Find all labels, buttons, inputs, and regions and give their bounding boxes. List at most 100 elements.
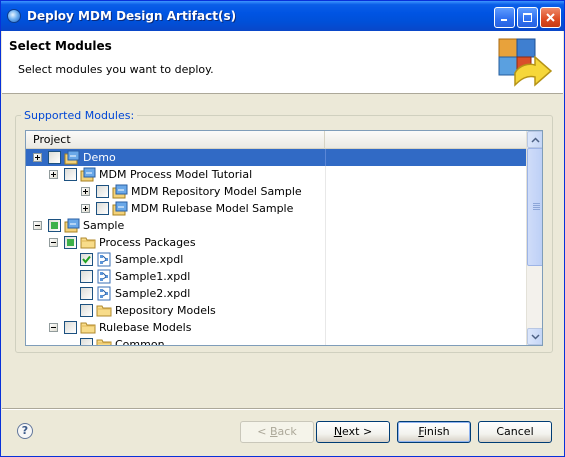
next-button[interactable]: Next > [316,421,390,443]
cancel-button[interactable]: Cancel [478,421,552,443]
column-separator [325,217,326,234]
arrow-down-icon [531,333,540,340]
folder-icon [80,235,96,250]
project-column-header[interactable]: Project [26,131,325,149]
scroll-thumb[interactable] [527,148,542,266]
title-bar[interactable]: Deploy MDM Design Artifact(s) [1,1,564,31]
folder-icon [80,320,96,335]
row-checkbox[interactable] [96,185,109,198]
column-separator [325,183,326,200]
tree-row[interactable]: Sample [26,217,526,234]
scroll-down-button[interactable] [527,328,542,345]
tree-row-label: MDM Rulebase Model Sample [131,202,294,215]
tree-row-label: MDM Repository Model Sample [131,185,302,198]
collapse-icon[interactable] [49,323,58,332]
tree-row[interactable]: Sample2.xpdl [26,285,526,302]
tree-row[interactable]: Sample1.xpdl [26,268,526,285]
xpdl-file-icon [96,286,112,301]
column-separator [325,149,326,166]
tree-row-label: Sample [83,219,125,232]
tree-row[interactable]: MDM Repository Model Sample [26,183,526,200]
row-checkbox[interactable] [64,168,77,181]
arrow-up-icon [531,136,540,143]
window-title: Deploy MDM Design Artifact(s) [27,9,237,23]
column-separator [325,200,326,217]
wizard-header: Select Modules Select modules you want t… [2,31,563,94]
tree-row-label: Sample.xpdl [115,253,184,266]
button-bar-divider [2,408,563,410]
row-checkbox[interactable] [80,253,93,266]
project-icon [112,201,128,216]
column-separator [325,336,326,345]
column-separator [325,251,326,268]
project-icon [64,150,80,165]
row-checkbox[interactable] [48,151,61,164]
vertical-scrollbar[interactable] [526,131,542,345]
tree-row[interactable]: MDM Rulebase Model Sample [26,200,526,217]
page-title: Select Modules [9,39,112,53]
tree-row-label: Rulebase Models [99,321,192,334]
tree-row-label: Repository Models [115,304,216,317]
tree-row[interactable]: MDM Process Model Tutorial [26,166,526,183]
row-checkbox[interactable] [80,338,93,345]
finish-button[interactable]: Finish [397,421,471,443]
back-prefix: < [257,425,270,438]
scroll-grip [533,203,540,211]
tree-rows: Demo MDM Process Model Tutorial MDM Reposi… [26,149,526,346]
minimize-button[interactable] [494,7,515,28]
column-separator [325,268,326,285]
column-separator [325,319,326,336]
tree-row[interactable]: Common [26,336,526,346]
empty-column-header [326,131,526,149]
row-checkbox[interactable] [80,304,93,317]
page-description: Select modules you want to deploy. [18,63,214,76]
row-checkbox[interactable] [80,287,93,300]
supported-modules-label: Supported Modules: [21,109,138,122]
tree-row-label: Common [115,338,165,346]
column-separator [325,234,326,251]
tree-row[interactable]: Sample.xpdl [26,251,526,268]
collapse-icon[interactable] [49,238,58,247]
row-checkbox[interactable] [48,219,61,232]
row-checkbox[interactable] [64,321,77,334]
tree-row[interactable]: Rulebase Models [26,319,526,336]
tree-row-label: Process Packages [99,236,196,249]
back-mnemonic: B [270,425,278,438]
expand-icon[interactable] [33,153,42,162]
tree-row[interactable]: Demo [26,149,526,166]
next-mnemonic: N [333,425,343,438]
column-separator [325,302,326,319]
next-rest: ext > [342,425,373,438]
expand-icon[interactable] [49,170,58,179]
close-button[interactable] [540,7,561,28]
project-icon [112,184,128,199]
tree-row-label: MDM Process Model Tutorial [99,168,253,181]
folder-icon [96,337,112,345]
tree-row-label: Sample1.xpdl [115,270,191,283]
project-icon [80,167,96,182]
column-separator [325,166,326,183]
row-checkbox[interactable] [64,236,77,249]
row-checkbox[interactable] [80,270,93,283]
checkmark-icon [82,255,91,264]
deploy-dialog: Deploy MDM Design Artifact(s) Select Mod… [0,0,565,457]
close-icon [546,13,555,22]
expand-icon[interactable] [81,204,90,213]
tree-row[interactable]: Process Packages [26,234,526,251]
folder-icon [96,303,112,318]
tree-row[interactable]: Repository Models [26,302,526,319]
tree-row-label: Demo [83,151,116,164]
scroll-up-button[interactable] [527,131,542,148]
project-icon [64,218,80,233]
collapse-icon[interactable] [33,221,42,230]
expand-icon[interactable] [81,187,90,196]
app-icon [7,9,21,23]
back-button[interactable]: < Back [240,421,314,443]
modules-tree[interactable]: Project Demo MDM Process Model Tutorial MD… [25,130,543,346]
finish-rest: inish [423,425,450,438]
tree-header: Project [26,131,526,149]
maximize-button[interactable] [517,7,538,28]
tree-row-label: Sample2.xpdl [115,287,191,300]
help-button[interactable]: ? [17,423,33,439]
row-checkbox[interactable] [96,202,109,215]
